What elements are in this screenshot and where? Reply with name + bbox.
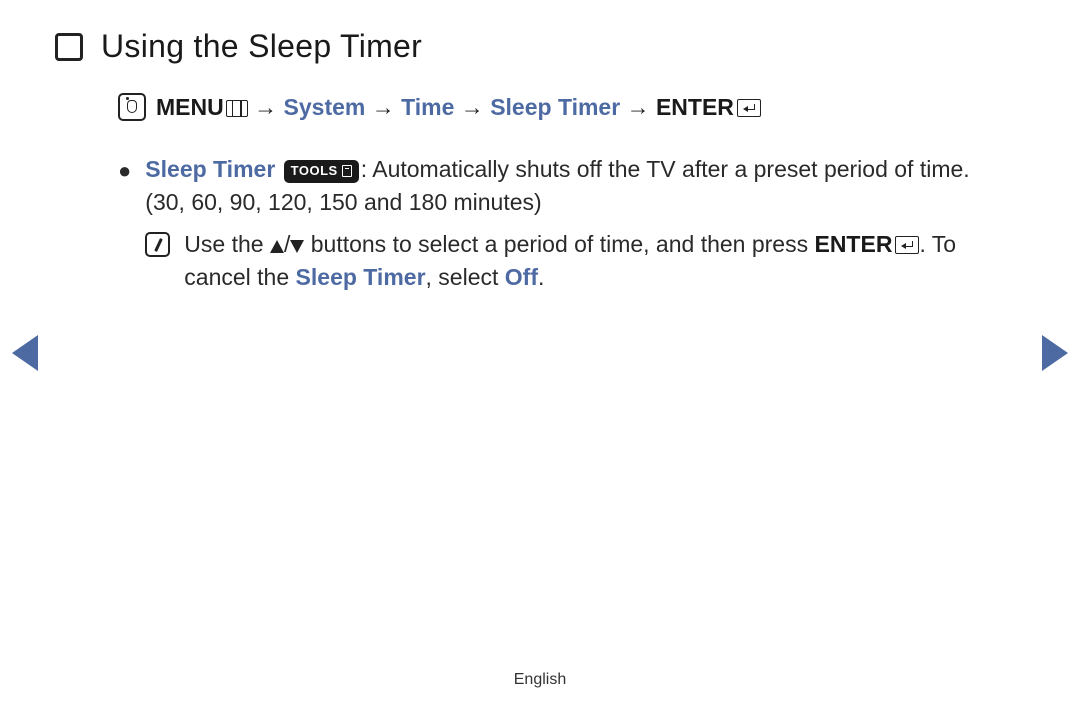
down-arrow-icon [290,240,304,253]
bullet-icon: ● [118,153,131,294]
bullet-body: Sleep Timer TOOLS: Automatically shuts o… [145,153,990,294]
feature-name: Sleep Timer [145,156,275,182]
note-sleep-timer: Sleep Timer [296,264,426,290]
path-menu: MENU [156,94,224,120]
tools-badge: TOOLS [284,160,359,183]
section-icon [55,33,83,61]
footer-language: English [0,671,1080,689]
path-time: Time [401,94,454,120]
page-header: Using the Sleep Timer [0,28,1080,65]
prev-page-button[interactable] [12,335,38,371]
feature-bullet: ● Sleep Timer TOOLS: Automatically shuts… [118,153,990,294]
note-enter: ENTER [814,231,892,257]
page-title: Using the Sleep Timer [101,28,422,65]
note-row: Use the / buttons to select a period of … [145,228,990,295]
path-enter: ENTER [656,94,734,120]
note-text: Use the / buttons to select a period of … [184,228,990,295]
arrow-icon: → [461,94,484,120]
note-off: Off [505,264,538,290]
body-content: MENU → System → Time → Sleep Timer → ENT… [0,93,1080,294]
enter-icon [737,99,761,117]
note-part5: . [538,264,544,290]
arrow-icon: → [254,94,277,120]
next-page-button[interactable] [1042,335,1068,371]
manual-page: Using the Sleep Timer MENU → System → Ti… [0,0,1080,705]
note-icon [145,232,170,257]
note-part1: Use the [184,231,270,257]
tools-label: TOOLS [291,162,338,181]
enter-icon [895,236,919,254]
menu-icon [226,100,248,117]
note-part2: buttons to select a period of time, and … [304,231,814,257]
note-part4: , select [426,264,505,290]
path-sleep-timer: Sleep Timer [490,94,620,120]
tools-sub-icon [342,165,352,177]
arrow-icon: → [627,94,650,120]
path-system: System [284,94,366,120]
menu-path: MENU → System → Time → Sleep Timer → ENT… [118,93,990,121]
up-arrow-icon [270,240,284,253]
arrow-icon: → [372,94,395,120]
touch-icon [118,93,146,121]
